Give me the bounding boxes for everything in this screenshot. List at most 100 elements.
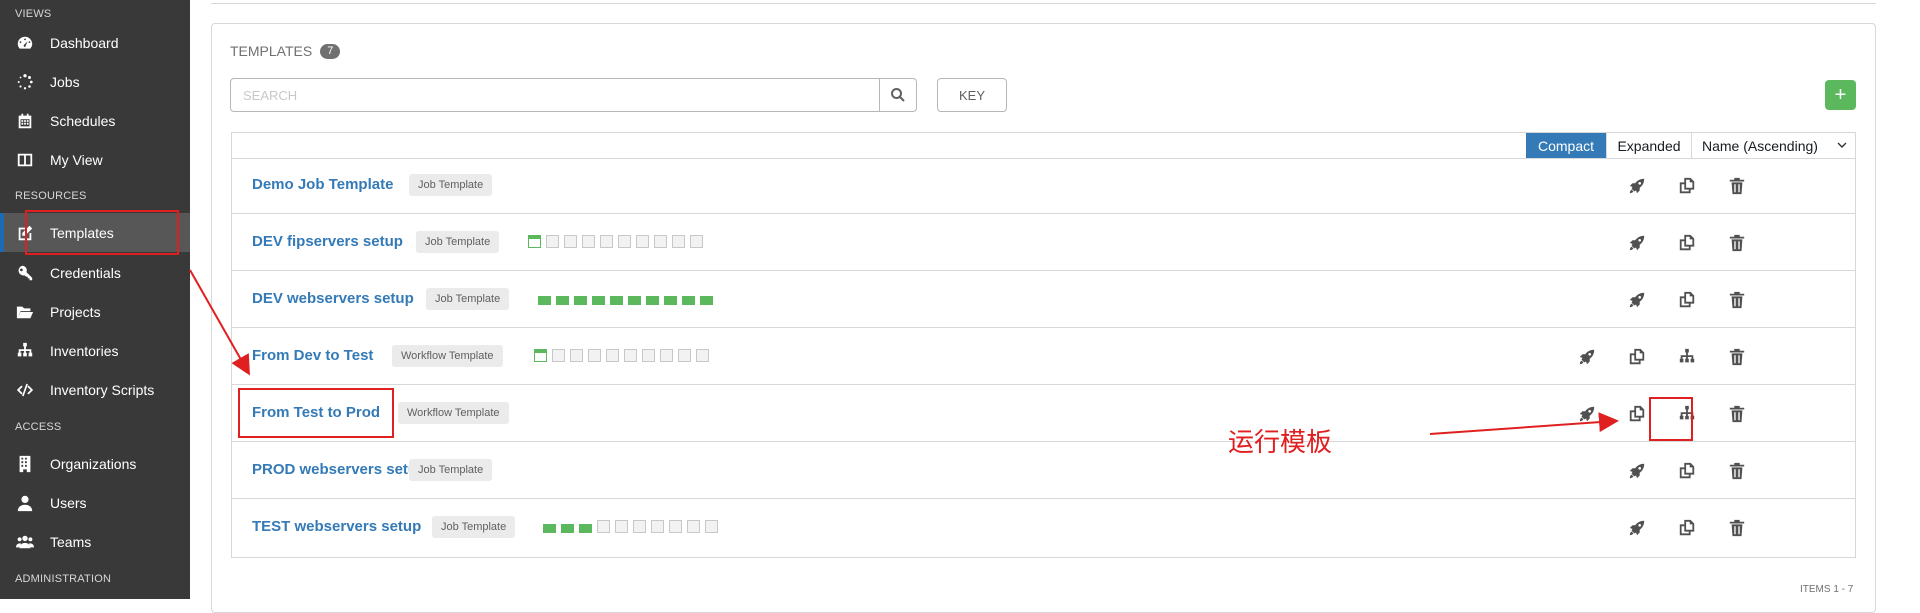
template-name-link[interactable]: PROD webservers setup xyxy=(252,461,426,478)
template-name-link[interactable]: TEST webservers setup xyxy=(252,518,421,535)
delete-button[interactable] xyxy=(1725,459,1749,483)
job-status-success[interactable] xyxy=(610,296,623,305)
job-status-success[interactable] xyxy=(534,349,547,362)
launch-button[interactable] xyxy=(1575,345,1599,369)
copy-icon xyxy=(1678,177,1696,195)
annotation-box-row xyxy=(238,388,394,438)
sidebar-item-projects[interactable]: Projects xyxy=(0,292,190,331)
launch-button[interactable] xyxy=(1625,174,1649,198)
job-status-empty xyxy=(669,520,682,533)
sidebar-section-views: VIEWS xyxy=(15,8,52,20)
template-name-link[interactable]: From Dev to Test xyxy=(252,347,373,364)
sidebar-section-access: ACCESS xyxy=(15,421,62,433)
copy-button[interactable] xyxy=(1625,402,1649,426)
building-icon xyxy=(15,454,35,474)
key-icon xyxy=(15,263,35,283)
table-row: DEV fipservers setup Job Template xyxy=(232,215,1855,271)
template-name-link[interactable]: DEV webservers setup xyxy=(252,290,414,307)
trash-icon xyxy=(1728,519,1746,537)
job-status-success[interactable] xyxy=(592,296,605,305)
search-icon xyxy=(891,88,905,102)
sidebar-item-label: Organizations xyxy=(50,455,137,472)
template-name-link[interactable]: DEV fipservers setup xyxy=(252,233,403,250)
copy-button[interactable] xyxy=(1675,459,1699,483)
folder-open-icon xyxy=(15,302,35,322)
job-status-success[interactable] xyxy=(556,296,569,305)
rocket-icon xyxy=(1628,462,1646,480)
template-type-badge: Job Template xyxy=(426,288,510,310)
visualize-button[interactable] xyxy=(1675,345,1699,369)
delete-button[interactable] xyxy=(1725,231,1749,255)
sidebar-item-users[interactable]: Users xyxy=(0,483,190,522)
code-icon xyxy=(15,380,35,400)
templates-list: Compact Expanded Name (Ascending) Demo J… xyxy=(231,132,1856,558)
sort-select[interactable]: Name (Ascending) xyxy=(1692,133,1855,158)
job-status-success[interactable] xyxy=(628,296,641,305)
copy-button[interactable] xyxy=(1675,288,1699,312)
search-input[interactable] xyxy=(231,79,879,111)
delete-button[interactable] xyxy=(1725,345,1749,369)
job-status-success[interactable] xyxy=(700,296,713,305)
spinner-icon xyxy=(15,72,35,92)
job-status-success[interactable] xyxy=(528,235,541,248)
calendar-icon xyxy=(15,111,35,131)
sidebar-item-label: Teams xyxy=(50,533,92,550)
launch-button[interactable] xyxy=(1625,288,1649,312)
delete-button[interactable] xyxy=(1725,288,1749,312)
sidebar-item-label: Schedules xyxy=(50,112,116,129)
delete-button[interactable] xyxy=(1725,174,1749,198)
sidebar-item-organizations[interactable]: Organizations xyxy=(0,444,190,483)
sidebar-item-label: My View xyxy=(50,151,103,168)
annotation-box-launch xyxy=(1649,397,1693,441)
compact-toggle[interactable]: Compact xyxy=(1526,133,1606,158)
sidebar-item-inventories[interactable]: Inventories xyxy=(0,331,190,370)
key-button[interactable]: KEY xyxy=(937,78,1007,112)
launch-button[interactable] xyxy=(1625,231,1649,255)
job-status-empty xyxy=(570,349,583,362)
sitemap-icon xyxy=(1678,348,1696,366)
copy-button[interactable] xyxy=(1675,516,1699,540)
copy-icon xyxy=(1678,291,1696,309)
sidebar-item-jobs[interactable]: Jobs xyxy=(0,62,190,101)
template-name-link[interactable]: Demo Job Template xyxy=(252,176,393,193)
sidebar-item-label: Dashboard xyxy=(50,34,119,51)
job-status-empty xyxy=(606,349,619,362)
job-status-success[interactable] xyxy=(682,296,695,305)
sidebar-item-dashboard[interactable]: Dashboard xyxy=(0,23,190,62)
sidebar-item-inventory-scripts[interactable]: Inventory Scripts xyxy=(0,370,190,409)
sidebar-item-my-view[interactable]: My View xyxy=(0,140,190,179)
copy-button[interactable] xyxy=(1675,231,1699,255)
launch-button[interactable] xyxy=(1575,402,1599,426)
page-title: TEMPLATES 7 xyxy=(230,43,341,59)
copy-button[interactable] xyxy=(1675,174,1699,198)
trash-icon xyxy=(1728,291,1746,309)
job-status-success[interactable] xyxy=(543,524,556,533)
table-row: From Dev to Test Workflow Template xyxy=(232,329,1855,385)
job-status-empty xyxy=(651,520,664,533)
copy-button[interactable] xyxy=(1625,345,1649,369)
job-status-success[interactable] xyxy=(646,296,659,305)
sidebar-item-teams[interactable]: Teams xyxy=(0,522,190,561)
rocket-icon xyxy=(1628,177,1646,195)
delete-button[interactable] xyxy=(1725,516,1749,540)
job-status-sparkline xyxy=(543,520,723,533)
trash-icon xyxy=(1728,234,1746,252)
add-button[interactable]: + xyxy=(1825,80,1856,110)
sidebar-item-label: Inventory Scripts xyxy=(50,381,155,398)
sidebar-item-schedules[interactable]: Schedules xyxy=(0,101,190,140)
job-status-success[interactable] xyxy=(538,296,551,305)
job-status-success[interactable] xyxy=(574,296,587,305)
sidebar-item-credentials[interactable]: Credentials xyxy=(0,253,190,292)
delete-button[interactable] xyxy=(1725,402,1749,426)
job-status-empty xyxy=(690,235,703,248)
expanded-toggle[interactable]: Expanded xyxy=(1606,133,1692,158)
copy-icon xyxy=(1678,234,1696,252)
job-status-success[interactable] xyxy=(579,524,592,533)
launch-button[interactable] xyxy=(1625,516,1649,540)
search-button[interactable] xyxy=(879,79,916,111)
job-status-success[interactable] xyxy=(561,524,574,533)
job-status-sparkline xyxy=(528,235,708,248)
pagination-items: ITEMS 1 - 7 xyxy=(1800,584,1854,595)
launch-button[interactable] xyxy=(1625,459,1649,483)
job-status-success[interactable] xyxy=(664,296,677,305)
